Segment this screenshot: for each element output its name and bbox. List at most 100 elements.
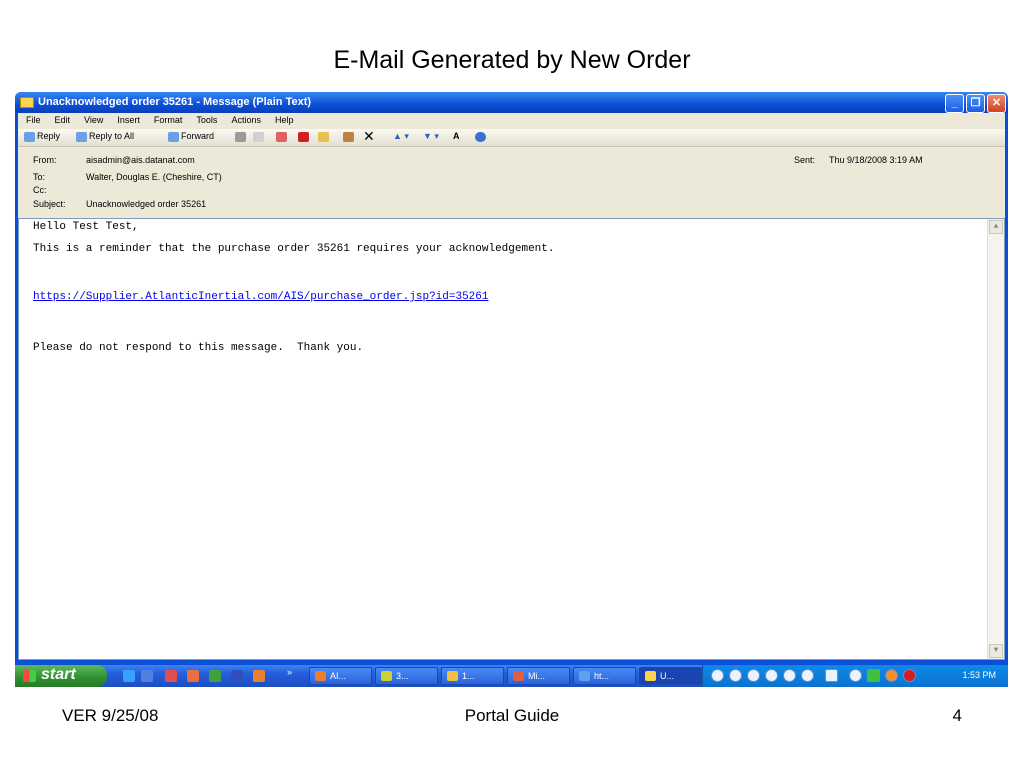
reply-button[interactable]: Reply	[24, 131, 60, 142]
excel-icon[interactable]	[209, 670, 221, 682]
greeting-text: Hello Test Test,	[33, 221, 139, 233]
outlook-message-window[interactable]: Unacknowledged order 35261 - Message (Pl…	[15, 92, 1008, 686]
footer-title: Portal Guide	[464, 706, 560, 725]
to-value[interactable]: Walter, Douglas E. (Cheshire, CT)	[86, 172, 222, 182]
folder-button[interactable]	[318, 131, 331, 142]
start-button[interactable]: start	[15, 665, 107, 687]
media-previous-icon[interactable]	[765, 669, 778, 682]
message-body[interactable]: Hello Test Test, This is a reminder that…	[18, 218, 1005, 660]
windows-taskbar: start » AI... 3... 1... Mi... ht... U...…	[15, 665, 1008, 687]
reply-all-button[interactable]: Reply to All	[76, 131, 134, 142]
calendar-icon[interactable]	[253, 670, 265, 682]
scroll-up-button[interactable]: ▲	[989, 220, 1003, 234]
subject-value: Unacknowledged order 35261	[86, 199, 207, 209]
vertical-scrollbar[interactable]: ▲ ▼	[987, 219, 1004, 659]
task-icon	[381, 671, 392, 681]
flag-icon	[298, 131, 309, 142]
subject-label: Subject:	[33, 199, 66, 209]
media-pause-icon[interactable]	[729, 669, 742, 682]
task-label: U...	[660, 671, 675, 681]
menu-help[interactable]: Help	[275, 115, 294, 125]
flag-button[interactable]	[298, 131, 311, 142]
menu-tools[interactable]: Tools	[196, 115, 217, 125]
closing-text: Please do not respond to this message. T…	[33, 342, 364, 354]
close-button[interactable]: ✕	[987, 94, 1006, 113]
cc-label: Cc:	[33, 185, 47, 195]
media-next-icon[interactable]	[783, 669, 796, 682]
next-item-button[interactable]: ▼ ▾	[423, 131, 439, 142]
menu-insert[interactable]: Insert	[117, 115, 140, 125]
previous-item-button[interactable]: ▲ ▾	[393, 131, 409, 142]
task-icon	[315, 671, 326, 681]
task-item-3[interactable]: 1...	[441, 667, 504, 685]
task-label: Mi...	[528, 671, 545, 681]
from-value[interactable]: aisadmin@ais.datanat.com	[86, 155, 195, 165]
reply-icon	[24, 131, 35, 142]
task-icon	[579, 671, 590, 681]
delete-icon: ✕	[363, 128, 375, 144]
task-icon	[447, 671, 458, 681]
address-book-icon	[343, 131, 354, 142]
message-toolbar: Reply Reply to All Forward ✕ ▲ ▾ ▼ ▾ A	[18, 128, 1005, 147]
up-arrow-icon: ▲ ▾	[393, 131, 409, 141]
task-label: 1...	[462, 671, 475, 681]
system-tray: 1:53 PM	[702, 665, 1008, 687]
task-item-6[interactable]: U...	[639, 667, 702, 685]
address-book-button[interactable]	[343, 131, 356, 142]
more-quicklaunch-icon[interactable]: »	[287, 667, 292, 677]
app-tray-icon[interactable]	[867, 669, 880, 682]
printer-icon	[235, 131, 246, 142]
tray-icon[interactable]	[711, 669, 724, 682]
reply-all-label: Reply to All	[89, 131, 135, 141]
task-item-1[interactable]: AI...	[309, 667, 372, 685]
menu-bar: File Edit View Insert Format Tools Actions Help	[18, 113, 1005, 129]
envelope-icon	[20, 97, 34, 108]
scroll-down-button[interactable]: ▼	[989, 644, 1003, 658]
font-size-icon: A	[453, 131, 460, 141]
copy-button[interactable]	[253, 131, 266, 142]
task-item-5[interactable]: ht...	[573, 667, 636, 685]
word-icon[interactable]	[231, 670, 243, 682]
font-size-button[interactable]: A	[453, 131, 460, 141]
reply-label: Reply	[37, 131, 61, 141]
media-stop-icon[interactable]	[747, 669, 760, 682]
menu-actions[interactable]: Actions	[231, 115, 261, 125]
network-icon[interactable]	[825, 669, 838, 682]
outlook-icon[interactable]	[187, 670, 199, 682]
windows-logo-icon	[23, 670, 36, 682]
forward-icon	[168, 131, 179, 142]
slide-title: E-Mail Generated by New Order	[333, 46, 691, 74]
task-item-4[interactable]: Mi...	[507, 667, 570, 685]
forward-button[interactable]: Forward	[168, 131, 214, 142]
help-icon	[475, 131, 486, 142]
purchase-order-link[interactable]: https://Supplier.AtlanticInertial.com/AI…	[33, 291, 488, 303]
help-button[interactable]	[475, 131, 488, 142]
browser-icon[interactable]	[141, 670, 153, 682]
forward-label: Forward	[181, 131, 215, 141]
print-button[interactable]	[235, 131, 248, 142]
minimize-button[interactable]: _	[945, 94, 964, 113]
copy-icon	[253, 131, 264, 142]
volume-icon[interactable]	[801, 669, 814, 682]
message-header: From: aisadmin@ais.datanat.com To: Walte…	[18, 147, 1005, 218]
menu-file[interactable]: File	[26, 115, 41, 125]
window-titlebar[interactable]: Unacknowledged order 35261 - Message (Pl…	[15, 92, 1008, 113]
menu-view[interactable]: View	[84, 115, 103, 125]
folder-icon	[318, 131, 329, 142]
menu-format[interactable]: Format	[154, 115, 183, 125]
task-label: 3...	[396, 671, 409, 681]
delete-button[interactable]: ✕	[363, 128, 375, 145]
security-icon[interactable]	[903, 669, 916, 682]
task-icon	[513, 671, 524, 681]
taskbar-clock[interactable]: 1:53 PM	[962, 670, 996, 680]
move-button[interactable]	[276, 131, 289, 142]
task-item-2[interactable]: 3...	[375, 667, 438, 685]
pdf-icon[interactable]	[165, 670, 177, 682]
menu-edit[interactable]: Edit	[55, 115, 71, 125]
restore-button[interactable]: ❐	[966, 94, 985, 113]
back-arrow-icon[interactable]	[849, 669, 862, 682]
ie-icon[interactable]	[123, 670, 135, 682]
task-icon	[645, 671, 656, 681]
task-label: AI...	[330, 671, 347, 681]
calendar-tray-icon[interactable]	[885, 669, 898, 682]
